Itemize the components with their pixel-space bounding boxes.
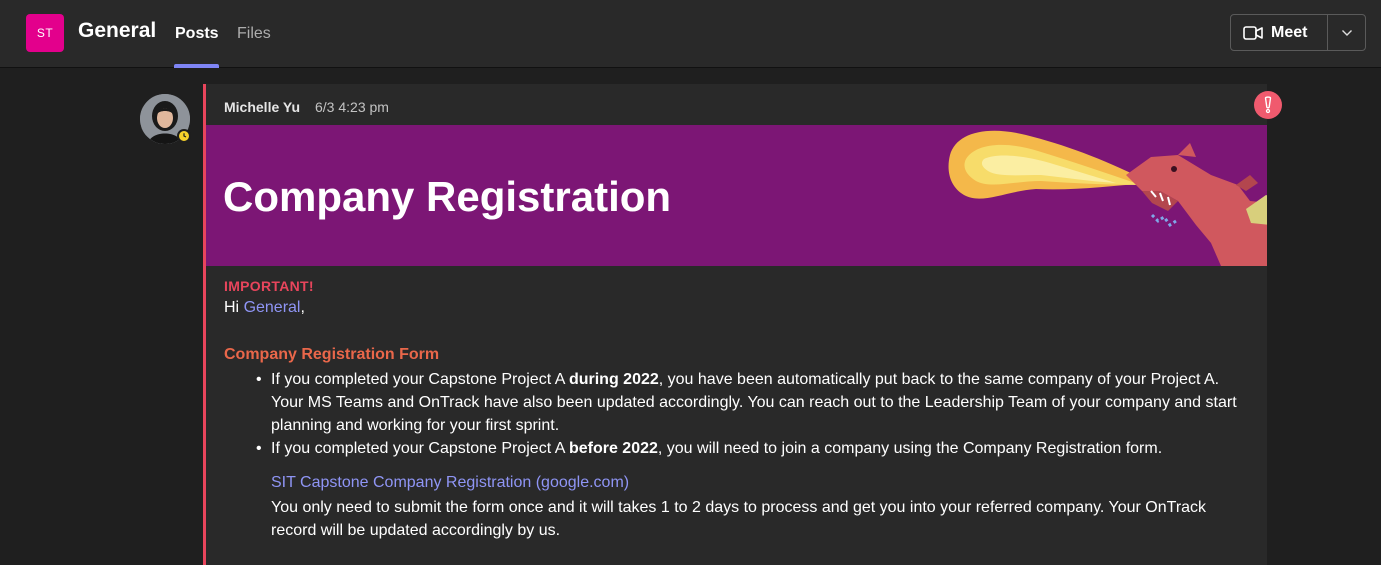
urgent-exclamation-icon (1254, 91, 1282, 119)
meet-button-group: Meet (1230, 14, 1366, 51)
tab-files[interactable]: Files (237, 25, 271, 43)
post-author[interactable]: Michelle Yu (224, 99, 300, 115)
bullet-text: If you completed your Capstone Project A (271, 440, 569, 457)
post-card: Michelle Yu 6/3 4:23 pm Company Registra… (203, 84, 1267, 565)
meet-button[interactable]: Meet (1231, 15, 1328, 50)
greeting: Hi General, (224, 299, 305, 317)
post-banner: Company Registration (206, 125, 1267, 266)
greeting-prefix: Hi (224, 299, 244, 316)
list-item: If you completed your Capstone Project A… (256, 368, 1246, 437)
video-camera-icon (1243, 25, 1263, 40)
greeting-suffix: , (300, 299, 305, 316)
bullet-text: , you will need to join a company using … (657, 440, 1163, 457)
banner-title: Company Registration (223, 173, 672, 220)
team-avatar[interactable]: ST (26, 14, 64, 52)
meet-dropdown-button[interactable] (1328, 15, 1365, 50)
registration-form-link[interactable]: SIT Capstone Company Registration (googl… (271, 474, 629, 492)
post-timestamp: 6/3 4:23 pm (315, 99, 389, 115)
important-label: IMPORTANT! (224, 278, 314, 294)
bullet-text: If you completed your Capstone Project A (271, 371, 569, 388)
active-tab-indicator (174, 64, 219, 68)
registration-note: You only need to submit the form once an… (271, 499, 1207, 539)
section-title: Company Registration Form (224, 346, 440, 363)
dragon-illustration (948, 130, 1267, 266)
channel-mention-link[interactable]: General (244, 299, 301, 316)
chevron-down-icon (1341, 29, 1352, 36)
bullet-bold-text: during 2022 (568, 371, 659, 388)
channel-header: ST General Posts Files Meet (0, 0, 1381, 68)
presence-clock-icon (177, 129, 191, 143)
tab-posts[interactable]: Posts (175, 25, 219, 43)
bullet-bold-text: before 2022 (568, 440, 658, 457)
meet-label: Meet (1271, 23, 1308, 41)
channel-title: General (78, 19, 157, 42)
bullet-list: If you completed your Capstone Project A… (256, 368, 1246, 460)
list-item: If you completed your Capstone Project A… (256, 437, 1246, 460)
